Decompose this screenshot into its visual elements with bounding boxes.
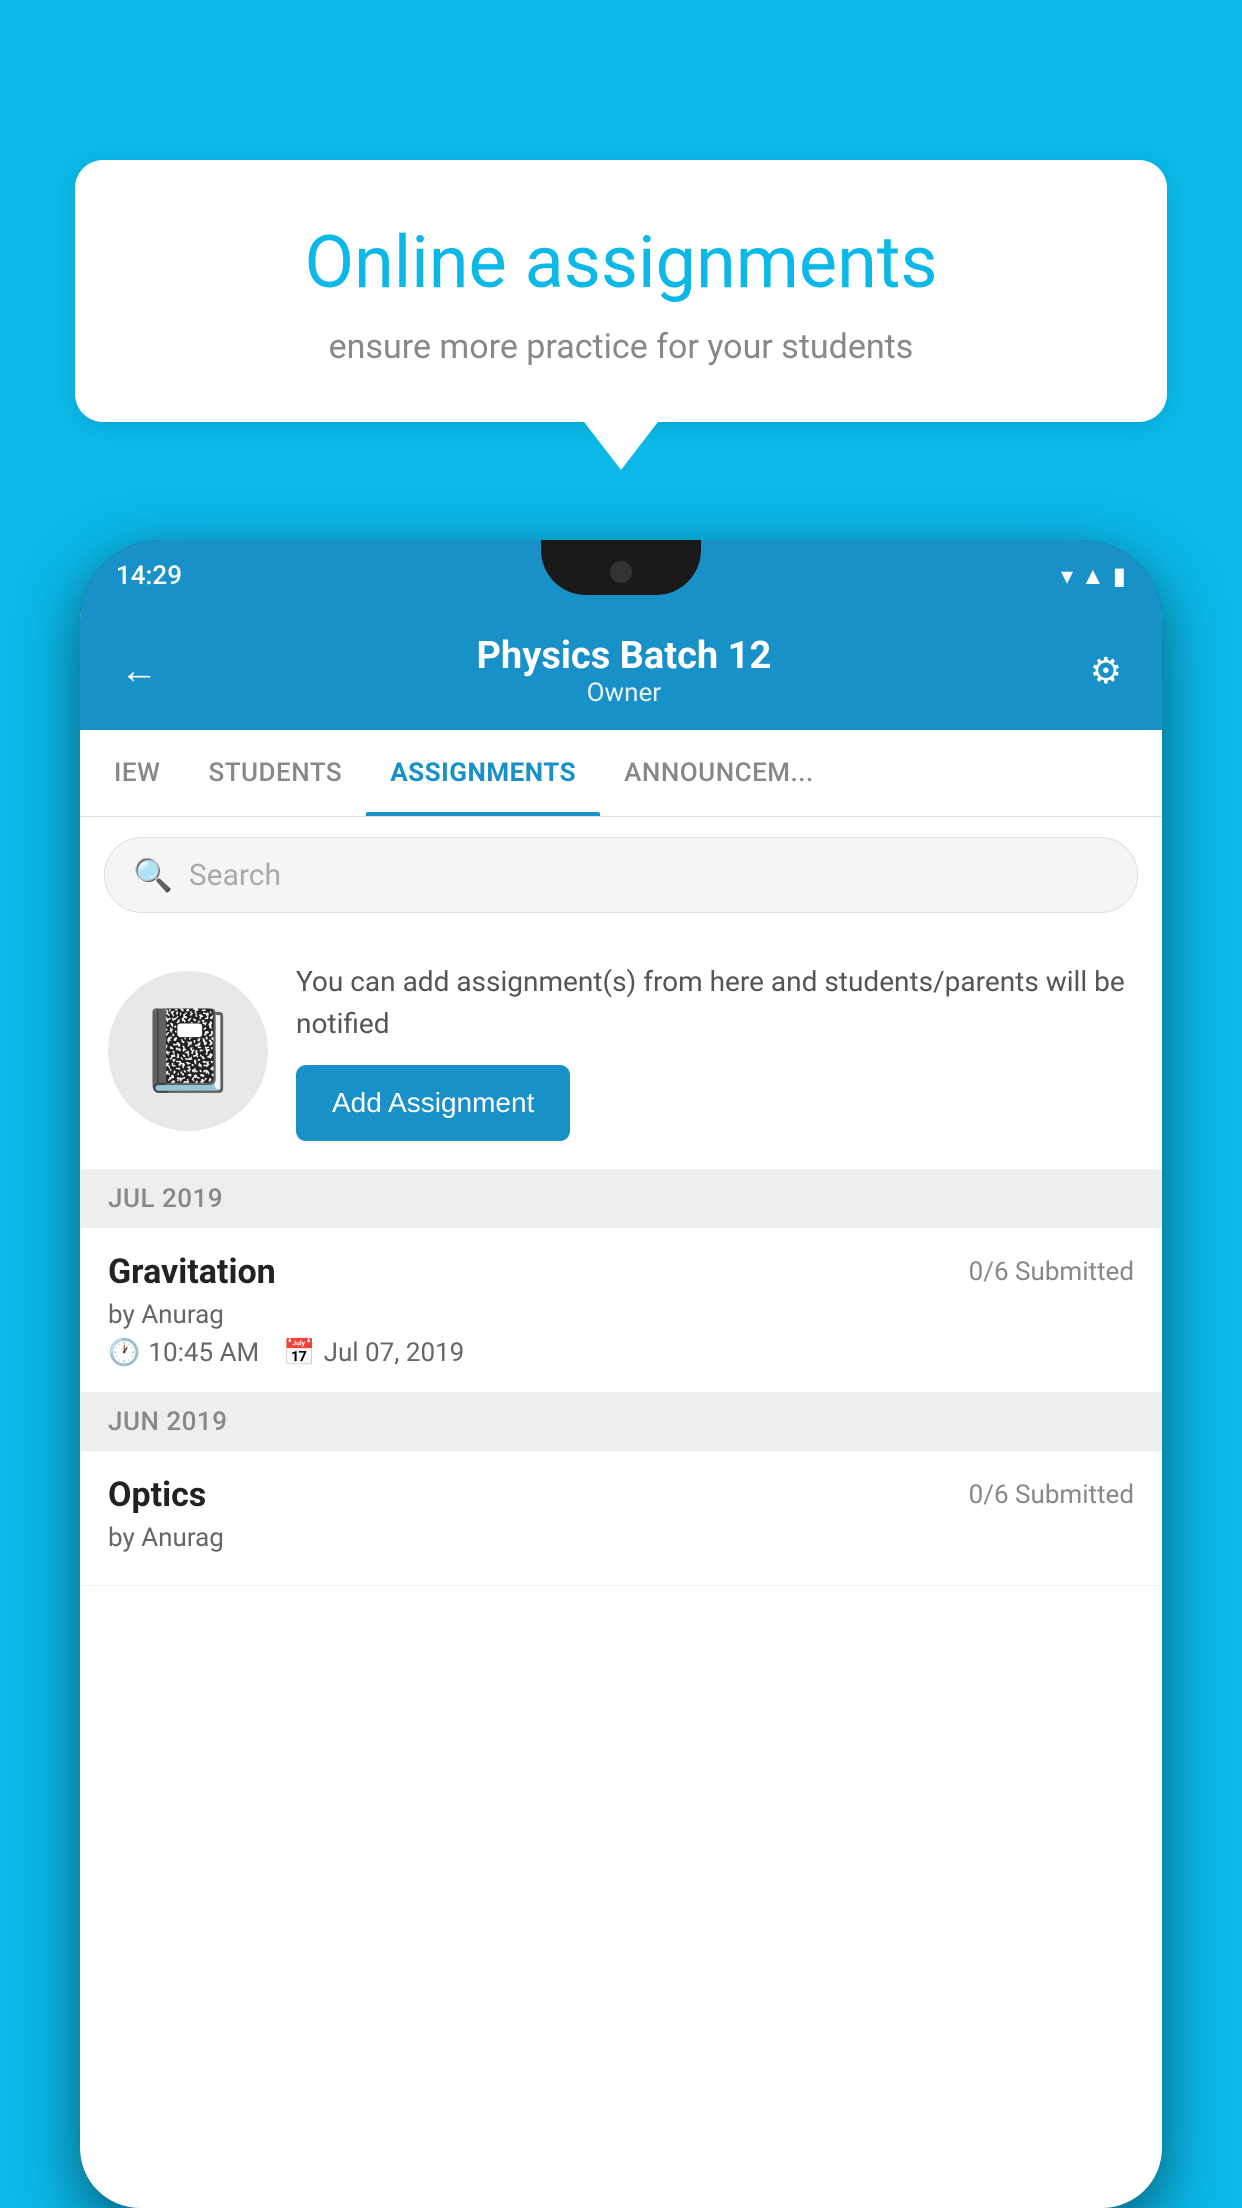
month-label-jul: JUL 2019 bbox=[108, 1184, 223, 1214]
calendar-icon: 📅 bbox=[283, 1338, 315, 1368]
wifi-icon: ▾ bbox=[1061, 562, 1073, 590]
month-label-jun: JUN 2019 bbox=[108, 1407, 227, 1437]
search-input[interactable]: Search bbox=[189, 858, 281, 893]
header-center: Physics Batch 12 Owner bbox=[476, 634, 771, 708]
app-header: ← Physics Batch 12 Owner ⚙ bbox=[80, 612, 1162, 730]
assignment-by-optics: by Anurag bbox=[108, 1523, 1134, 1553]
search-bar[interactable]: 🔍 Search bbox=[104, 837, 1138, 913]
assignment-item-gravitation[interactable]: Gravitation 0/6 Submitted by Anurag 🕐 10… bbox=[80, 1228, 1162, 1393]
assignment-time-gravitation: 🕐 10:45 AM bbox=[108, 1338, 259, 1368]
speech-bubble: Online assignments ensure more practice … bbox=[75, 160, 1167, 422]
tab-announcements[interactable]: ANNOUNCEM... bbox=[600, 730, 838, 816]
info-description: You can add assignment(s) from here and … bbox=[296, 961, 1134, 1045]
month-separator-jun: JUN 2019 bbox=[80, 1393, 1162, 1451]
assignment-by-gravitation: by Anurag bbox=[108, 1300, 1134, 1330]
camera bbox=[610, 561, 632, 583]
status-bar: 14:29 ▾ ▲ ▮ bbox=[80, 540, 1162, 612]
assignment-date-gravitation: 📅 Jul 07, 2019 bbox=[283, 1338, 464, 1368]
info-card: 📓 You can add assignment(s) from here an… bbox=[80, 933, 1162, 1170]
assignment-submitted-optics: 0/6 Submitted bbox=[969, 1480, 1134, 1510]
notebook-icon: 📓 bbox=[138, 1004, 238, 1098]
assignment-name-optics: Optics bbox=[108, 1475, 206, 1515]
battery-icon: ▮ bbox=[1113, 562, 1126, 590]
speech-bubble-container: Online assignments ensure more practice … bbox=[75, 160, 1167, 422]
assignment-submitted-gravitation: 0/6 Submitted bbox=[969, 1257, 1134, 1287]
info-text-area: You can add assignment(s) from here and … bbox=[296, 961, 1134, 1141]
signal-icon: ▲ bbox=[1081, 562, 1105, 591]
tab-assignments[interactable]: ASSIGNMENTS bbox=[366, 730, 600, 816]
clock-icon: 🕐 bbox=[108, 1338, 140, 1368]
back-button[interactable]: ← bbox=[120, 649, 158, 693]
tabs-bar: IEW STUDENTS ASSIGNMENTS ANNOUNCEM... bbox=[80, 730, 1162, 817]
assignment-item-optics[interactable]: Optics 0/6 Submitted by Anurag bbox=[80, 1451, 1162, 1586]
search-container: 🔍 Search bbox=[80, 817, 1162, 933]
search-icon: 🔍 bbox=[133, 856, 173, 894]
bubble-title: Online assignments bbox=[145, 220, 1097, 305]
assignment-icon-circle: 📓 bbox=[108, 971, 268, 1131]
phone-frame: 14:29 ▾ ▲ ▮ ← Physics Batch 12 Owner ⚙ I… bbox=[80, 540, 1162, 2208]
add-assignment-button[interactable]: Add Assignment bbox=[296, 1065, 570, 1141]
header-subtitle: Owner bbox=[476, 678, 771, 708]
phone-screen: ← Physics Batch 12 Owner ⚙ IEW STUDENTS … bbox=[80, 612, 1162, 2208]
header-title: Physics Batch 12 bbox=[476, 634, 771, 678]
assignment-name-gravitation: Gravitation bbox=[108, 1252, 276, 1292]
bubble-subtitle: ensure more practice for your students bbox=[145, 327, 1097, 367]
assignment-header: Gravitation 0/6 Submitted bbox=[108, 1252, 1134, 1292]
status-time: 14:29 bbox=[116, 561, 182, 591]
tab-students[interactable]: STUDENTS bbox=[184, 730, 366, 816]
status-icons: ▾ ▲ ▮ bbox=[1061, 562, 1126, 591]
time-value: 10:45 AM bbox=[148, 1338, 259, 1368]
notch bbox=[541, 540, 701, 595]
assignment-header-optics: Optics 0/6 Submitted bbox=[108, 1475, 1134, 1515]
date-value: Jul 07, 2019 bbox=[324, 1338, 465, 1368]
tab-overview[interactable]: IEW bbox=[90, 730, 184, 816]
settings-icon[interactable]: ⚙ bbox=[1090, 650, 1122, 692]
month-separator-jul: JUL 2019 bbox=[80, 1170, 1162, 1228]
assignment-meta-gravitation: 🕐 10:45 AM 📅 Jul 07, 2019 bbox=[108, 1338, 1134, 1368]
